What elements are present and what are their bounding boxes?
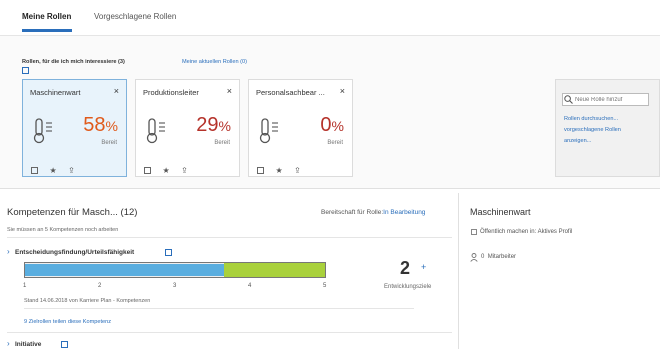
- competency-status: Stand 14.06.2018 von Karriere Plan - Kom…: [24, 298, 151, 304]
- role-card-title: Personalsachbear ...: [256, 88, 325, 97]
- add-development-goal-button[interactable]: +: [421, 262, 426, 272]
- level-scale-tick: 2: [98, 283, 102, 289]
- readiness-percent: 58%: [83, 114, 118, 136]
- public-profile-checkbox[interactable]: [471, 229, 477, 235]
- active-tab-indicator: [22, 29, 72, 32]
- thermometer-icon: [259, 118, 278, 144]
- chevron-right-icon[interactable]: ›: [7, 247, 10, 256]
- public-profile-label: Öffentlich machen in: Aktives Profil: [480, 229, 573, 235]
- add-role-panel: Rollen durchsuchen... vorgeschlagene Rol…: [555, 79, 660, 177]
- readiness-status-link[interactable]: In Bearbeitung: [383, 209, 425, 216]
- star-icon[interactable]: ★: [275, 166, 282, 175]
- level-scale-tick: 4: [248, 283, 252, 289]
- info-icon[interactable]: [61, 341, 68, 348]
- current-level-fill: [25, 264, 224, 276]
- ready-label: Bereit: [101, 140, 117, 146]
- star-icon[interactable]: ★: [162, 166, 169, 175]
- role-card-personalsachbearbeiter[interactable]: Personalsachbear ... × 0% Bereit ★ ⇪: [248, 79, 353, 177]
- competency-name[interactable]: Entscheidungsfindung/Urteilsfähigkeit: [15, 249, 134, 256]
- divider: [24, 308, 414, 309]
- role-card-title: Maschinenwart: [30, 88, 81, 97]
- share-icon[interactable]: ⇪: [68, 166, 75, 175]
- role-detail-title: Maschinenwart: [470, 207, 531, 217]
- chevron-right-icon[interactable]: ›: [7, 339, 10, 348]
- ready-label: Bereit: [214, 140, 230, 146]
- close-icon[interactable]: ×: [227, 86, 232, 96]
- development-goal-count: 2: [400, 258, 411, 278]
- search-icon: [564, 95, 573, 104]
- share-icon[interactable]: ⇪: [181, 166, 188, 175]
- level-scale-tick: 1: [23, 283, 27, 289]
- target-level-fill: [224, 263, 325, 277]
- suggested-roles-link[interactable]: vorgeschlagene Rollen: [564, 125, 654, 136]
- current-roles-link[interactable]: Meine aktuellen Rollen (0): [182, 59, 247, 65]
- divider: [7, 332, 452, 333]
- details-icon[interactable]: [144, 167, 151, 175]
- browse-roles-link[interactable]: Rollen durchsuchen...: [564, 114, 654, 125]
- details-icon[interactable]: [257, 167, 264, 175]
- suggested-roles-link-cont[interactable]: anzeigen...: [564, 136, 654, 147]
- readiness-percent: 29%: [196, 114, 231, 136]
- readiness-percent: 0%: [320, 114, 344, 136]
- add-role-input[interactable]: [562, 93, 649, 106]
- target-roles-link[interactable]: 9 Zielrollen teilen diese Kompetenz: [24, 319, 111, 325]
- tab-bar: Meine Rollen Vorgeschlagene Rollen: [0, 0, 660, 36]
- role-card-maschinenwart[interactable]: Maschinenwart × 58% Bereit ★ ⇪: [22, 79, 127, 177]
- role-readiness: Bereitschaft für Rolle:In Bearbeitung: [321, 209, 426, 216]
- competency-name[interactable]: Initiative: [15, 341, 41, 348]
- tab-my-roles[interactable]: Meine Rollen: [22, 12, 71, 21]
- close-icon[interactable]: ×: [340, 86, 345, 96]
- section-divider: [0, 188, 660, 189]
- share-icon[interactable]: ⇪: [294, 166, 301, 175]
- level-scale-tick: 5: [323, 283, 327, 289]
- tab-suggested-roles[interactable]: Vorgeschlagene Rollen: [94, 12, 176, 21]
- info-icon[interactable]: [165, 249, 172, 256]
- competency-level-bar: [24, 262, 326, 278]
- divider: [7, 237, 452, 238]
- star-icon[interactable]: ★: [49, 166, 56, 175]
- ready-label: Bereit: [327, 140, 343, 146]
- level-scale-tick: 3: [173, 283, 177, 289]
- thermometer-icon: [33, 118, 52, 144]
- roles-interest-label: Rollen, für die ich mich interessiere (3…: [22, 59, 125, 65]
- person-icon: [470, 253, 478, 262]
- role-card-produktionsleiter[interactable]: Produktionsleiter × 29% Bereit ★ ⇪: [135, 79, 240, 177]
- competencies-title: Kompetenzen für Masch... (12): [7, 207, 138, 218]
- panel-divider: [458, 193, 459, 349]
- thermometer-icon: [146, 118, 165, 144]
- close-icon[interactable]: ×: [114, 86, 119, 96]
- competencies-note: Sie müssen an 5 Kompetenzen noch arbeite…: [7, 227, 119, 233]
- details-icon[interactable]: [31, 167, 38, 175]
- info-icon[interactable]: [22, 67, 29, 74]
- role-card-title: Produktionsleiter: [143, 88, 199, 97]
- development-goals-label: Entwicklungsziele: [384, 284, 432, 290]
- members-count: 0 Mitarbeiter: [481, 254, 517, 260]
